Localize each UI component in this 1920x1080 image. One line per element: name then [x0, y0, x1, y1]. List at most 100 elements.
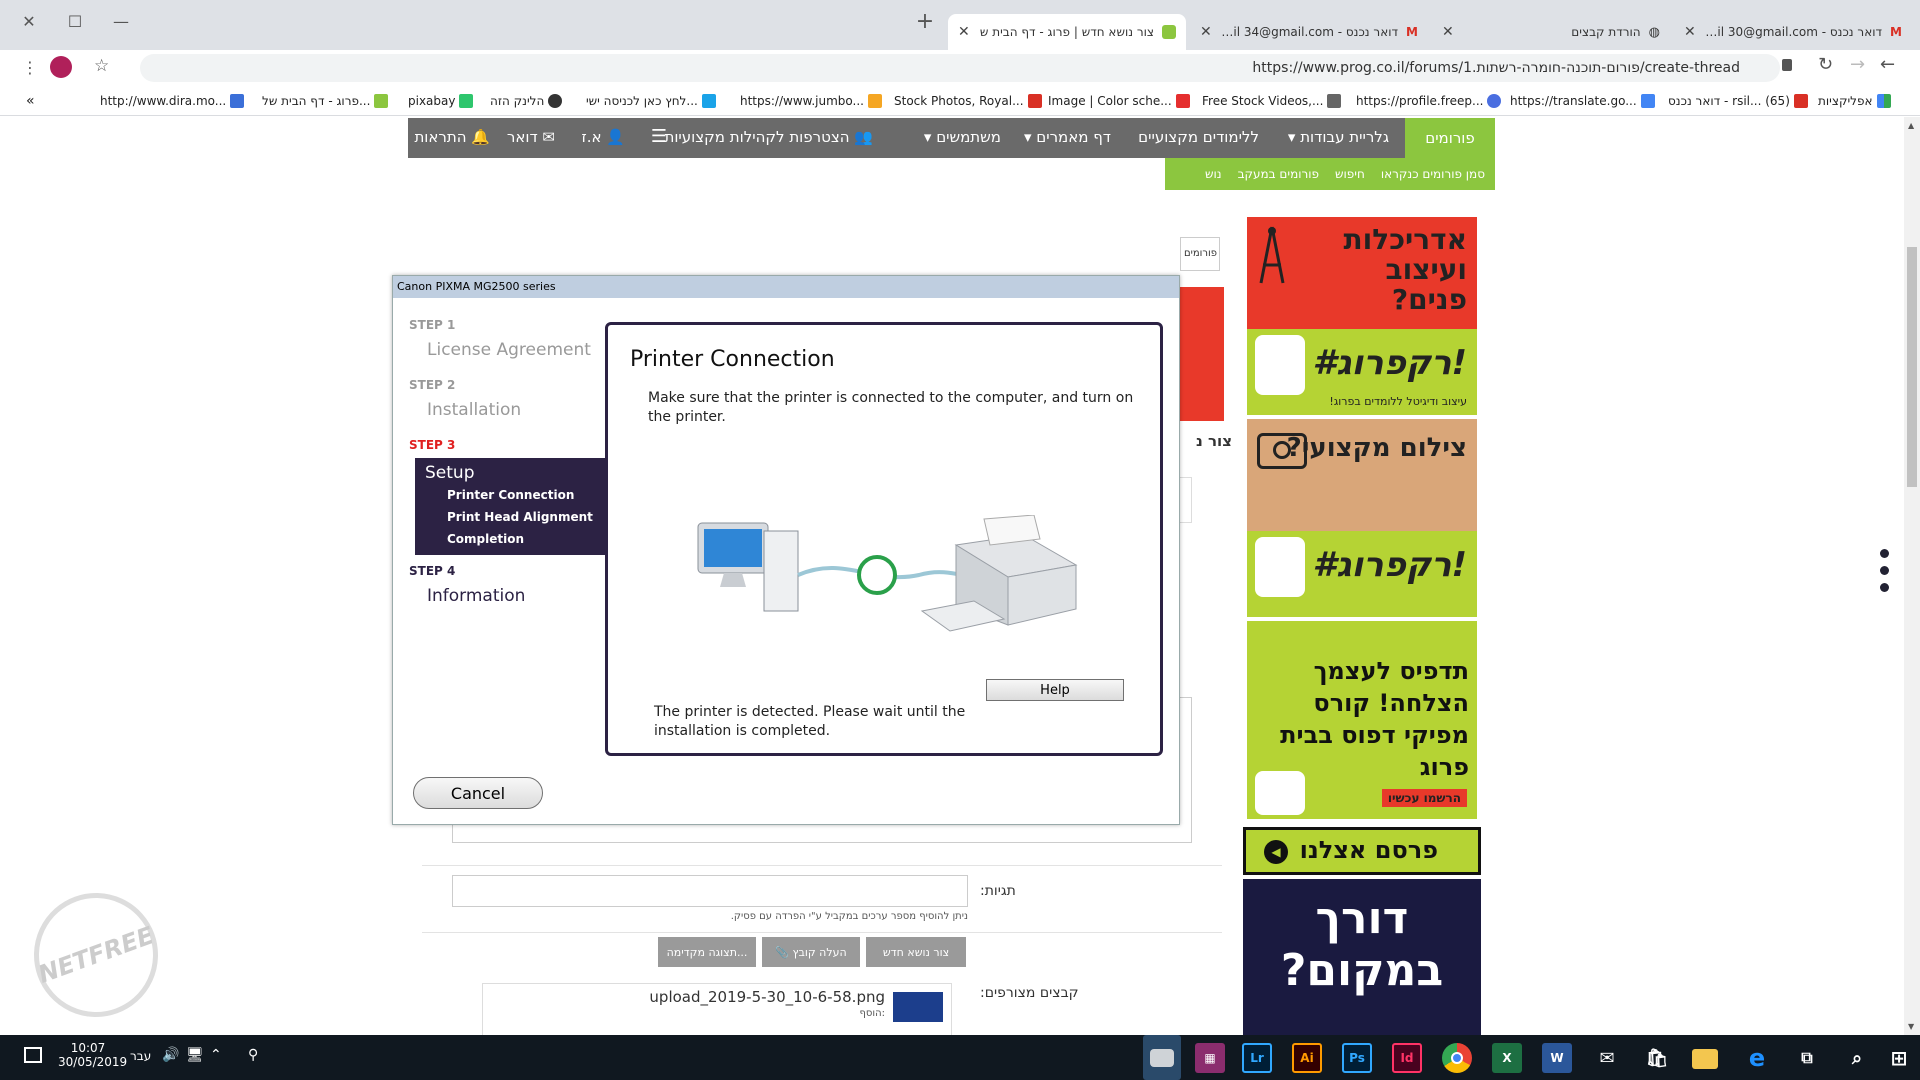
bookmark-star-icon[interactable]: ☆	[94, 56, 109, 76]
advertise-with-us-button[interactable]: ◀ פרסם אצלנו	[1243, 827, 1481, 875]
maximize-window-icon[interactable]: ☐	[60, 8, 90, 34]
chrome-icon[interactable]	[1442, 1043, 1472, 1073]
scroll-up-icon[interactable]: ▲	[1908, 121, 1914, 130]
ad-photography[interactable]: צילום מקצועי? #רקפרוג!	[1247, 419, 1477, 617]
bookmark-item[interactable]: https://translate.go...	[1510, 91, 1655, 111]
reload-icon[interactable]: ↻	[1818, 54, 1833, 75]
people-icon[interactable]: ⚲	[248, 1047, 258, 1063]
cancel-button[interactable]: Cancel	[413, 777, 543, 809]
more-vertical-icon[interactable]	[1880, 549, 1890, 595]
volume-icon[interactable]: 🔊	[162, 1047, 179, 1063]
store-icon[interactable]: 🛍	[1642, 1043, 1672, 1073]
nav-articles[interactable]: דף מאמרים ▾	[1024, 128, 1111, 146]
menu-dots-icon[interactable]: ⋮	[22, 58, 38, 77]
tags-input[interactable]	[452, 875, 968, 907]
breadcrumb[interactable]: פורומים	[1180, 237, 1220, 271]
browser-toolbar: ⋮ ☆ https://www.prog.co.il/forums/1.פורו…	[0, 50, 1920, 86]
back-icon[interactable]: ←	[1880, 54, 1895, 75]
taskbar-app-canon[interactable]	[1143, 1035, 1181, 1080]
search-icon[interactable]: ⌕	[1842, 1043, 1872, 1073]
ad-driving[interactable]: דורך במקום?	[1243, 879, 1481, 1035]
excel-icon[interactable]: X	[1492, 1043, 1522, 1073]
subnav-search[interactable]: חיפוש	[1335, 167, 1365, 181]
bookmark-item[interactable]: Stock Photos, Royal...	[894, 91, 1042, 111]
file-explorer-icon[interactable]	[1692, 1049, 1718, 1069]
bookmark-item[interactable]: אפליקציות	[1818, 91, 1891, 111]
apps-grid-icon	[1876, 94, 1891, 108]
minimize-window-icon[interactable]: —	[106, 8, 136, 34]
nav-user[interactable]: 👤 א.ז	[582, 128, 625, 146]
upload-file-button[interactable]: 📎 העלה קובץ	[762, 937, 860, 967]
nav-alerts[interactable]: 🔔 התראות	[414, 128, 490, 146]
nav-forums[interactable]: פורומים	[1405, 118, 1495, 158]
subnav-threads[interactable]: נוש	[1205, 167, 1222, 181]
attachment-thumbnail[interactable]	[893, 992, 943, 1022]
scrollbar-thumb[interactable]	[1907, 247, 1917, 487]
close-tab-icon[interactable]: ✕	[1200, 24, 1212, 40]
bookmark-item[interactable]: פרוג - דף הבית של...	[262, 91, 389, 111]
ad-fragment	[1180, 287, 1224, 421]
bookmark-item[interactable]: https://profile.freep...	[1356, 91, 1502, 111]
hamburger-icon[interactable]: ☰	[651, 126, 667, 147]
more-bookmarks-icon[interactable]: «	[26, 91, 35, 111]
bookmark-item[interactable]: http://www.dira.mo...	[100, 91, 245, 111]
tab-create-thread[interactable]: צור נושא חדש | פרוג - דף הבית ש ✕	[948, 14, 1186, 50]
attachment-name[interactable]: upload_2019-5-30_10-6-58.png	[649, 988, 885, 1006]
edge-icon[interactable]: e	[1742, 1043, 1772, 1073]
nav-join[interactable]: 👥 הצטרפות לקהילות מקצועיות	[664, 128, 873, 146]
setup-step-panel: Setup Printer Connection Print Head Alig…	[415, 458, 605, 555]
help-button[interactable]: Help	[986, 679, 1124, 701]
new-tab-button[interactable]: +	[910, 8, 940, 34]
close-tab-icon[interactable]: ✕	[1442, 24, 1454, 40]
dialog-title: Printer Connection	[630, 347, 835, 372]
action-center-icon[interactable]	[24, 1047, 42, 1063]
substep-completion: Completion	[447, 532, 525, 546]
language-indicator[interactable]: עבר	[130, 1049, 151, 1063]
show-hidden-icons-icon[interactable]: ⌃	[210, 1047, 222, 1063]
tab-downloads[interactable]: ◍ הורדת קבצים ✕	[1432, 14, 1670, 50]
scroll-down-icon[interactable]: ▼	[1908, 1022, 1914, 1031]
photoshop-icon[interactable]: Ps	[1342, 1043, 1372, 1073]
forward-icon[interactable]: →	[1850, 54, 1865, 75]
address-bar[interactable]: https://www.prog.co.il/forums/1.פורום-תו…	[140, 54, 1780, 82]
nav-users[interactable]: משתמשים ▾	[924, 128, 1001, 146]
start-icon[interactable]: ⊞	[1884, 1043, 1914, 1073]
bookmark-item[interactable]: לחץ כאן לכניסה ישי...	[586, 91, 716, 111]
mail-icon[interactable]: ✉	[1592, 1043, 1622, 1073]
bookmark-item[interactable]: Free Stock Videos,...	[1202, 91, 1342, 111]
nav-gallery[interactable]: גלריית עבודות ▾	[1288, 128, 1389, 146]
close-tab-icon[interactable]: ✕	[958, 24, 970, 40]
bookmark-item[interactable]: הלינק הזה	[490, 91, 563, 111]
ad-architecture[interactable]: אדריכלות ועיצוב פנים? #רקפרוג! עיצוב ודי…	[1247, 217, 1477, 415]
installer-title: Canon PIXMA MG2500 series	[393, 276, 1179, 298]
bookmark-item[interactable]: https://www.jumbo...	[740, 91, 882, 111]
nav-mail[interactable]: ✉ דואר	[507, 128, 555, 146]
taskbar-app-winrar[interactable]: ▦	[1195, 1043, 1225, 1073]
close-tab-icon[interactable]: ✕	[1684, 24, 1696, 40]
illustrator-icon[interactable]: Ai	[1292, 1043, 1322, 1073]
network-icon[interactable]: 🖥	[186, 1047, 204, 1063]
subnav-mark-read[interactable]: סמן פורומים כנקראו	[1381, 167, 1485, 181]
step-1: STEP 1	[409, 318, 456, 332]
preview-button[interactable]: תצוגה מקדימה...	[658, 937, 756, 967]
tab-gmail-1[interactable]: M דואר נכנס - Gmail ‎30@gmail.com ✕	[1674, 14, 1912, 50]
word-icon[interactable]: W	[1542, 1043, 1572, 1073]
page-scrollbar[interactable]: ▲ ▼	[1904, 117, 1920, 1035]
clock[interactable]: 10:07 30/05/2019	[58, 1041, 128, 1069]
gmail-icon: M	[1890, 25, 1902, 39]
close-window-icon[interactable]: ✕	[14, 8, 44, 34]
indesign-icon[interactable]: Id	[1392, 1043, 1422, 1073]
bookmark-item[interactable]: pixabay	[408, 91, 474, 111]
lightroom-icon[interactable]: Lr	[1242, 1043, 1272, 1073]
bookmark-item[interactable]: דואר נכנס - rsil... (65)	[1668, 91, 1808, 111]
subnav-watched[interactable]: פורומים במעקב	[1238, 167, 1319, 181]
task-view-icon[interactable]: ⧉	[1792, 1043, 1822, 1073]
create-thread-button[interactable]: צור נושא חדש	[866, 937, 966, 967]
date: 30/05/2019	[58, 1055, 128, 1069]
bookmark-item[interactable]: Image | Color sche...	[1048, 91, 1190, 111]
nav-studies[interactable]: ללימודים מקצועיים	[1138, 128, 1259, 146]
extension-icon[interactable]	[50, 56, 72, 78]
tab-gmail-2[interactable]: M דואר נכנס - Gmail ‎34@gmail.com ✕	[1190, 14, 1428, 50]
ad-print-course[interactable]: תדפיס לעצמך הצלחה! קורס מפיקי דפוס בבית …	[1247, 621, 1477, 819]
step-4-label: Information	[427, 586, 526, 606]
